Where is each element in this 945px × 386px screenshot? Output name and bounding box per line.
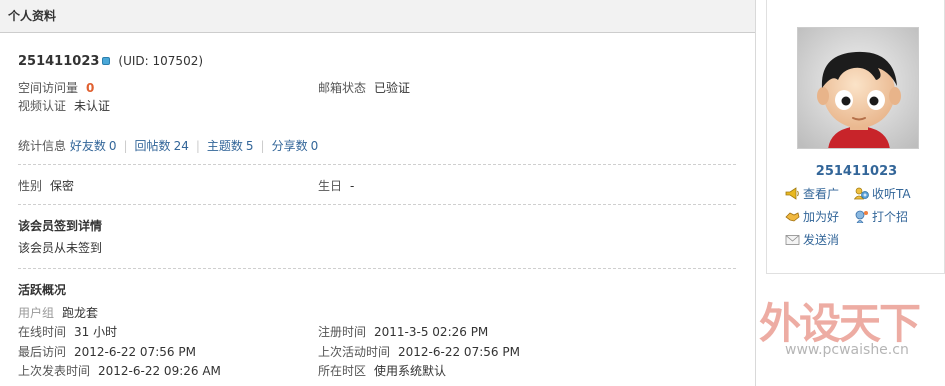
username-line: 251411023 (UID: 107502) xyxy=(18,54,203,69)
timezone-value: 使用系统默认 xyxy=(374,364,447,378)
usergroup-label: 用户组 xyxy=(18,306,55,320)
register-label: 注册时间 xyxy=(318,325,367,339)
view-ads-link[interactable]: 查看广 xyxy=(785,185,839,202)
send-message-link[interactable]: 发送消 xyxy=(785,231,839,248)
poke-link[interactable]: 打个招 xyxy=(854,208,908,225)
last-active-label: 上次活动时间 xyxy=(318,345,391,359)
online-time-line: 在线时间 31 小时 xyxy=(18,323,117,340)
online-status-icon xyxy=(102,57,111,65)
usergroup-link[interactable]: 跑龙套 xyxy=(62,306,98,320)
site-watermark: 外设天下 www.pcwaishe.cn xyxy=(755,290,945,386)
divider xyxy=(18,268,736,269)
posts-link[interactable]: 回帖数 24 xyxy=(135,139,189,153)
shares-link[interactable]: 分享数 0 xyxy=(272,139,319,153)
avatar[interactable] xyxy=(797,27,919,149)
video-line: 视频认证 未认证 xyxy=(18,97,110,114)
online-time-label: 在线时间 xyxy=(18,325,67,339)
register-value: 2011-3-5 02:26 PM xyxy=(374,325,489,339)
megaphone-icon xyxy=(785,187,800,200)
divider xyxy=(18,204,736,205)
last-post-value: 2012-6-22 09:26 AM xyxy=(98,364,221,378)
timezone-line: 所在时区 使用系统默认 xyxy=(318,362,446,379)
uid-text: (UID: 107502) xyxy=(118,54,204,68)
watermark-url: www.pcwaishe.cn xyxy=(785,342,909,358)
online-time-value: 31 小时 xyxy=(74,325,118,339)
video-value: 未认证 xyxy=(74,99,111,113)
timezone-label: 所在时区 xyxy=(318,364,367,378)
gender-label: 性别 xyxy=(18,179,43,193)
email-label: 邮箱状态 xyxy=(318,81,367,95)
stats-label: 统计信息 xyxy=(18,139,67,153)
poke-icon xyxy=(854,210,869,224)
visits-value: 0 xyxy=(86,81,95,95)
birthday-label: 生日 xyxy=(318,179,343,193)
friends-link[interactable]: 好友数 0 xyxy=(70,139,117,153)
last-post-line: 上次发表时间 2012-6-22 09:26 AM xyxy=(18,362,221,379)
usergroup-line: 用户组 跑龙套 xyxy=(18,304,98,321)
divider xyxy=(18,164,736,165)
activity-title: 活跃概况 xyxy=(18,283,67,297)
gender-line: 性别 保密 xyxy=(18,177,74,194)
threads-link[interactable]: 主题数 5 xyxy=(207,139,254,153)
add-friend-link[interactable]: 加为好 xyxy=(785,208,839,225)
stats-line: 统计信息 好友数 0 | 回帖数 24 | 主题数 5 | 分享数 0 xyxy=(18,139,319,153)
register-line: 注册时间 2011-3-5 02:26 PM xyxy=(318,323,488,340)
panel-title: 个人资料 xyxy=(0,0,755,33)
visits-line: 空间访问量 0 xyxy=(18,79,94,96)
email-value: 已验证 xyxy=(374,81,411,95)
visits-label: 空间访问量 xyxy=(18,81,79,95)
last-active-value: 2012-6-22 07:56 PM xyxy=(398,345,520,359)
follow-link[interactable]: 收听TA xyxy=(853,185,911,202)
last-visit-line: 最后访问 2012-6-22 07:56 PM xyxy=(18,343,196,360)
last-active-line: 上次活动时间 2012-6-22 07:56 PM xyxy=(318,343,520,360)
follow-icon xyxy=(853,187,869,200)
user-card: 251411023 查看广 收听TA 加为好 打个招 发送消 xyxy=(766,0,945,274)
last-visit-label: 最后访问 xyxy=(18,345,67,359)
last-post-label: 上次发表时间 xyxy=(18,364,91,378)
envelope-icon xyxy=(785,233,800,246)
username: 251411023 xyxy=(18,54,100,69)
profile-panel: 个人资料 251411023 (UID: 107502) 空间访问量 0 邮箱状态已… xyxy=(0,0,756,386)
birthday-value: - xyxy=(350,179,355,193)
birthday-line: 生日 - xyxy=(318,177,354,194)
last-visit-value: 2012-6-22 07:56 PM xyxy=(74,345,196,359)
signin-title: 该会员签到详情 xyxy=(18,219,103,233)
card-username[interactable]: 251411023 xyxy=(767,164,945,179)
signin-text: 该会员从未签到 xyxy=(18,241,103,255)
email-line: 邮箱状态 已验证 xyxy=(318,79,410,96)
avatar-image xyxy=(798,28,918,148)
handshake-icon xyxy=(785,210,800,223)
video-label: 视频认证 xyxy=(18,99,67,113)
gender-value: 保密 xyxy=(50,179,75,193)
